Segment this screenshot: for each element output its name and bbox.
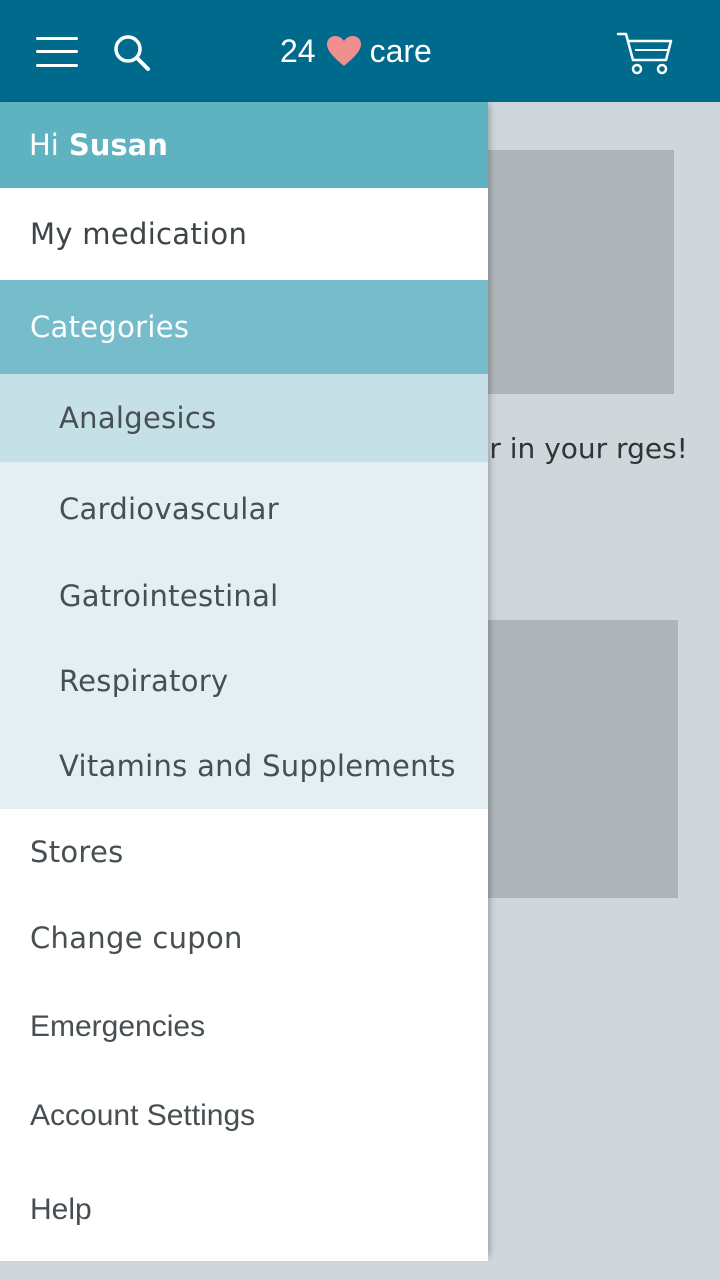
menu-item-help[interactable]: Help	[0, 1159, 488, 1261]
cart-icon[interactable]	[616, 30, 674, 76]
category-item-vitamins-supplements[interactable]: Vitamins and Supplements	[0, 723, 488, 809]
menu-icon[interactable]	[36, 36, 78, 68]
menu-item-stores[interactable]: Stores	[0, 809, 488, 895]
promo-image	[488, 150, 674, 394]
category-item-cardiovascular[interactable]: Cardiovascular	[0, 462, 488, 553]
drawer-greeting: Hi Susan	[0, 102, 488, 188]
app-logo: 24 care	[280, 30, 432, 72]
search-icon[interactable]	[112, 33, 152, 73]
greeting-prefix: Hi	[29, 128, 59, 162]
menu-item-my-medication[interactable]: My medication	[0, 188, 488, 280]
menu-item-categories[interactable]: Categories	[0, 280, 488, 374]
menu-item-emergencies[interactable]: Emergencies	[0, 981, 488, 1073]
menu-item-account-settings[interactable]: Account Settings	[0, 1073, 488, 1159]
category-item-respiratory[interactable]: Respiratory	[0, 639, 488, 723]
promo-image	[488, 620, 678, 898]
navigation-drawer: Hi Susan My medication Categories Analge…	[0, 102, 488, 1261]
category-item-gastrointestinal[interactable]: Gatrointestinal	[0, 553, 488, 639]
heart-icon	[326, 36, 361, 66]
user-name: Susan	[68, 128, 168, 162]
menu-item-change-cupon[interactable]: Change cupon	[0, 895, 488, 981]
top-app-bar: 24 care	[0, 0, 720, 102]
category-item-analgesics[interactable]: Analgesics	[0, 374, 488, 462]
logo-number: 24	[280, 32, 316, 69]
logo-word: care	[369, 32, 432, 69]
